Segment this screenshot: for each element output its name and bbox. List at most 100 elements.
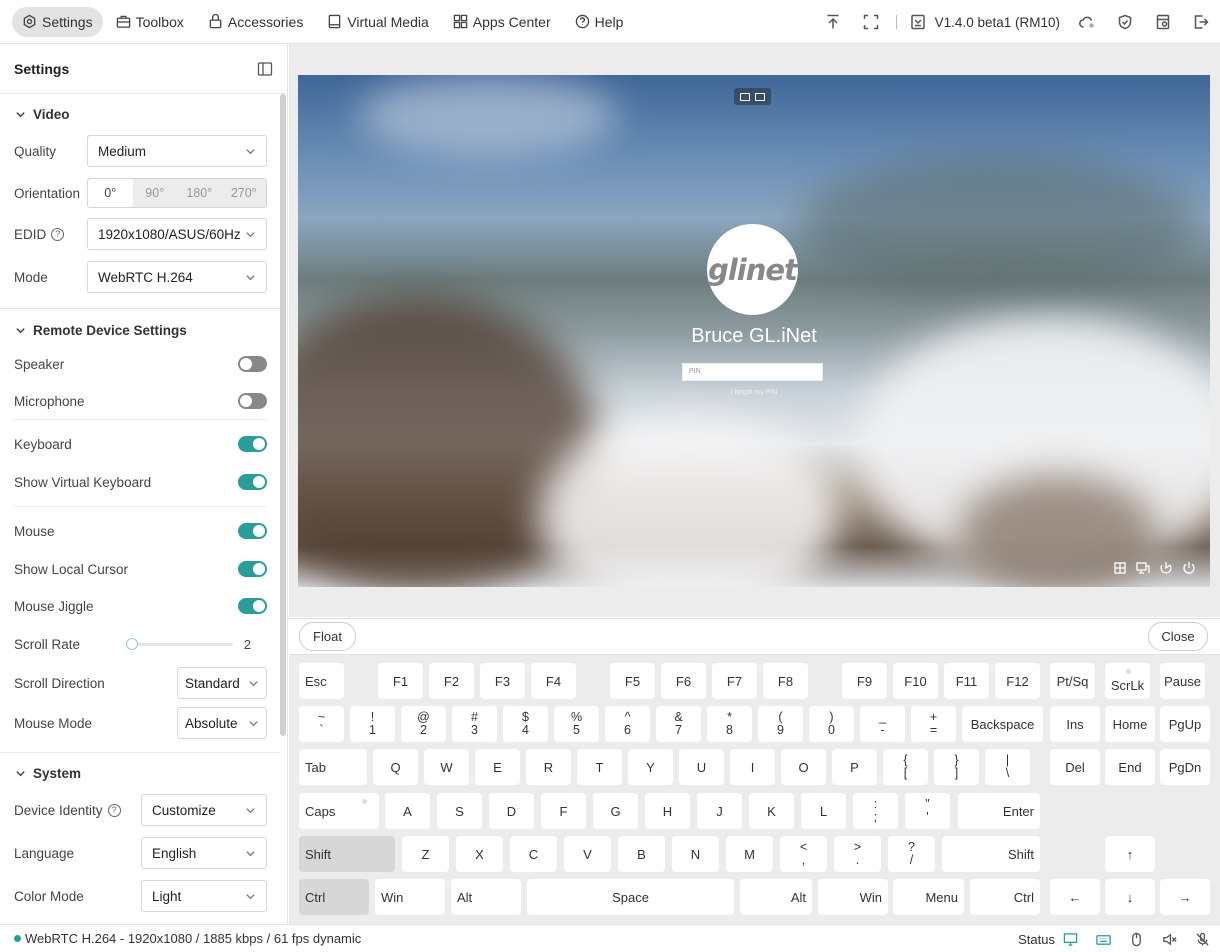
scroll-direction-select[interactable]: Standard [177, 667, 267, 699]
key-l[interactable]: L [801, 793, 846, 829]
network-icon[interactable] [1136, 561, 1150, 575]
key-f4[interactable]: F4 [531, 663, 576, 699]
key-g[interactable]: G [593, 793, 638, 829]
key-tab[interactable]: Tab [299, 749, 367, 785]
edid-select[interactable]: 1920x1080/ASUS/60Hz [87, 218, 267, 250]
key-num-10[interactable]: ) 0 [809, 706, 854, 742]
key-num-1[interactable]: ! 1 [350, 706, 395, 742]
key-bottom-10[interactable]: → [1160, 879, 1210, 915]
key-f12[interactable]: F12 [995, 663, 1040, 699]
section-video-header[interactable]: Video [0, 94, 70, 134]
key-h[interactable]: H [645, 793, 690, 829]
key-ins[interactable]: Ins [1050, 706, 1100, 742]
key-shift-8[interactable]: <, [780, 836, 827, 872]
firmware-button[interactable] [903, 0, 933, 44]
keyboard-toggle[interactable] [238, 436, 267, 452]
key-home-11[interactable]: " ' [905, 793, 950, 829]
key-f1[interactable]: F1 [378, 663, 423, 699]
key-num-8[interactable]: * 8 [707, 706, 752, 742]
key-num-9[interactable]: (9 [758, 706, 803, 742]
nav-toolbox[interactable]: Toolbox [105, 7, 195, 37]
key-num-5[interactable]: % 5 [554, 706, 599, 742]
key-z[interactable]: Z [402, 836, 449, 872]
key-scrlk[interactable]: ScrLk [1105, 663, 1150, 699]
color-mode-select[interactable]: Light [141, 880, 267, 912]
mouse-icon[interactable] [1129, 932, 1144, 947]
screen-control-overlay[interactable] [734, 88, 771, 105]
slider-thumb[interactable] [126, 638, 138, 650]
key-d[interactable]: D [489, 793, 534, 829]
quality-select[interactable]: Medium [87, 135, 267, 167]
nav-accessories[interactable]: Accessories [197, 7, 314, 37]
key-ctrl[interactable]: Ctrl [970, 879, 1040, 915]
key-shift[interactable]: Shift [942, 836, 1040, 872]
key-num-7[interactable]: & 7 [656, 706, 701, 742]
keyboard-layout-icon[interactable] [1113, 561, 1127, 575]
key-shift-9[interactable]: >. [834, 836, 881, 872]
upload-button[interactable] [814, 0, 852, 44]
device-identity-select[interactable]: Customize [141, 794, 267, 826]
key-f5[interactable]: F5 [610, 663, 655, 699]
key-pt-sq[interactable]: Pt/Sq [1050, 663, 1095, 699]
mouse-jiggle-toggle[interactable] [238, 598, 267, 614]
nav-help[interactable]: Help [564, 7, 635, 37]
key-esc[interactable]: Esc [299, 663, 344, 699]
key-top-13[interactable]: | \ [985, 749, 1030, 785]
screenshot-icon[interactable] [739, 92, 750, 101]
key-p[interactable]: P [832, 749, 877, 785]
show-local-cursor-toggle[interactable] [238, 561, 267, 577]
section-remote-header[interactable]: Remote Device Settings [0, 310, 187, 350]
key-y[interactable]: Y [628, 749, 673, 785]
key-alt[interactable]: Alt [451, 879, 521, 915]
speaker-toggle[interactable] [238, 356, 267, 372]
key-win[interactable]: Win [818, 879, 888, 915]
mouse-mode-select[interactable]: Absolute [177, 707, 267, 739]
key-r[interactable]: R [526, 749, 571, 785]
orientation-270[interactable]: 270° [222, 179, 267, 207]
orientation-90[interactable]: 90° [133, 179, 178, 207]
security-button[interactable] [1106, 0, 1144, 44]
power-icon[interactable] [1182, 561, 1196, 575]
key-f2[interactable]: F2 [429, 663, 474, 699]
remote-screen[interactable]: glinet Bruce GL.iNet PIN I forgot my PIN [298, 75, 1210, 587]
forgot-pin-link[interactable]: I forgot my PIN [298, 389, 1210, 396]
key-f9[interactable]: F9 [842, 663, 887, 699]
key-pgup[interactable]: PgUp [1160, 706, 1210, 742]
key-alt[interactable]: Alt [740, 879, 812, 915]
orientation-0[interactable]: 0° [88, 179, 133, 207]
close-button[interactable]: Close [1148, 622, 1208, 651]
nav-apps-center[interactable]: Apps Center [442, 7, 562, 37]
key-home-10[interactable]: :; [853, 793, 898, 829]
cloud-button[interactable] [1068, 0, 1106, 44]
key-shift[interactable]: Shift [299, 836, 395, 872]
key-j[interactable]: J [697, 793, 742, 829]
key-end[interactable]: End [1105, 749, 1155, 785]
key-b[interactable]: B [618, 836, 665, 872]
key-bottom-8[interactable]: ← [1050, 879, 1100, 915]
key-num-12[interactable]: + = [911, 706, 956, 742]
microphone-muted-icon[interactable] [1195, 932, 1210, 947]
microphone-toggle[interactable] [238, 393, 267, 409]
key-m[interactable]: M [726, 836, 773, 872]
key-o[interactable]: O [781, 749, 826, 785]
logout-button[interactable] [1182, 0, 1220, 44]
show-virtual-keyboard-toggle[interactable] [238, 474, 267, 490]
key-f11[interactable]: F11 [944, 663, 989, 699]
mouse-toggle[interactable] [238, 523, 267, 539]
key-c[interactable]: C [510, 836, 557, 872]
device-identity-help-icon[interactable]: ? [107, 804, 121, 818]
key-shift-12[interactable]: ↑ [1105, 836, 1155, 872]
edid-help-icon[interactable]: ? [51, 228, 65, 242]
key-s[interactable]: S [437, 793, 482, 829]
key-num-6[interactable]: ^ 6 [605, 706, 650, 742]
key-u[interactable]: U [679, 749, 724, 785]
key-num-2[interactable]: @2 [401, 706, 446, 742]
scroll-rate-slider[interactable]: 2 [126, 634, 267, 654]
key-n[interactable]: N [672, 836, 719, 872]
key-pgdn[interactable]: PgDn [1160, 749, 1210, 785]
sidebar-scrollbar[interactable] [280, 94, 286, 736]
key-ctrl[interactable]: Ctrl [299, 879, 369, 915]
float-button[interactable]: Float [299, 622, 356, 651]
fullscreen-button[interactable] [852, 0, 890, 44]
key-shift-10[interactable]: ? / [888, 836, 935, 872]
